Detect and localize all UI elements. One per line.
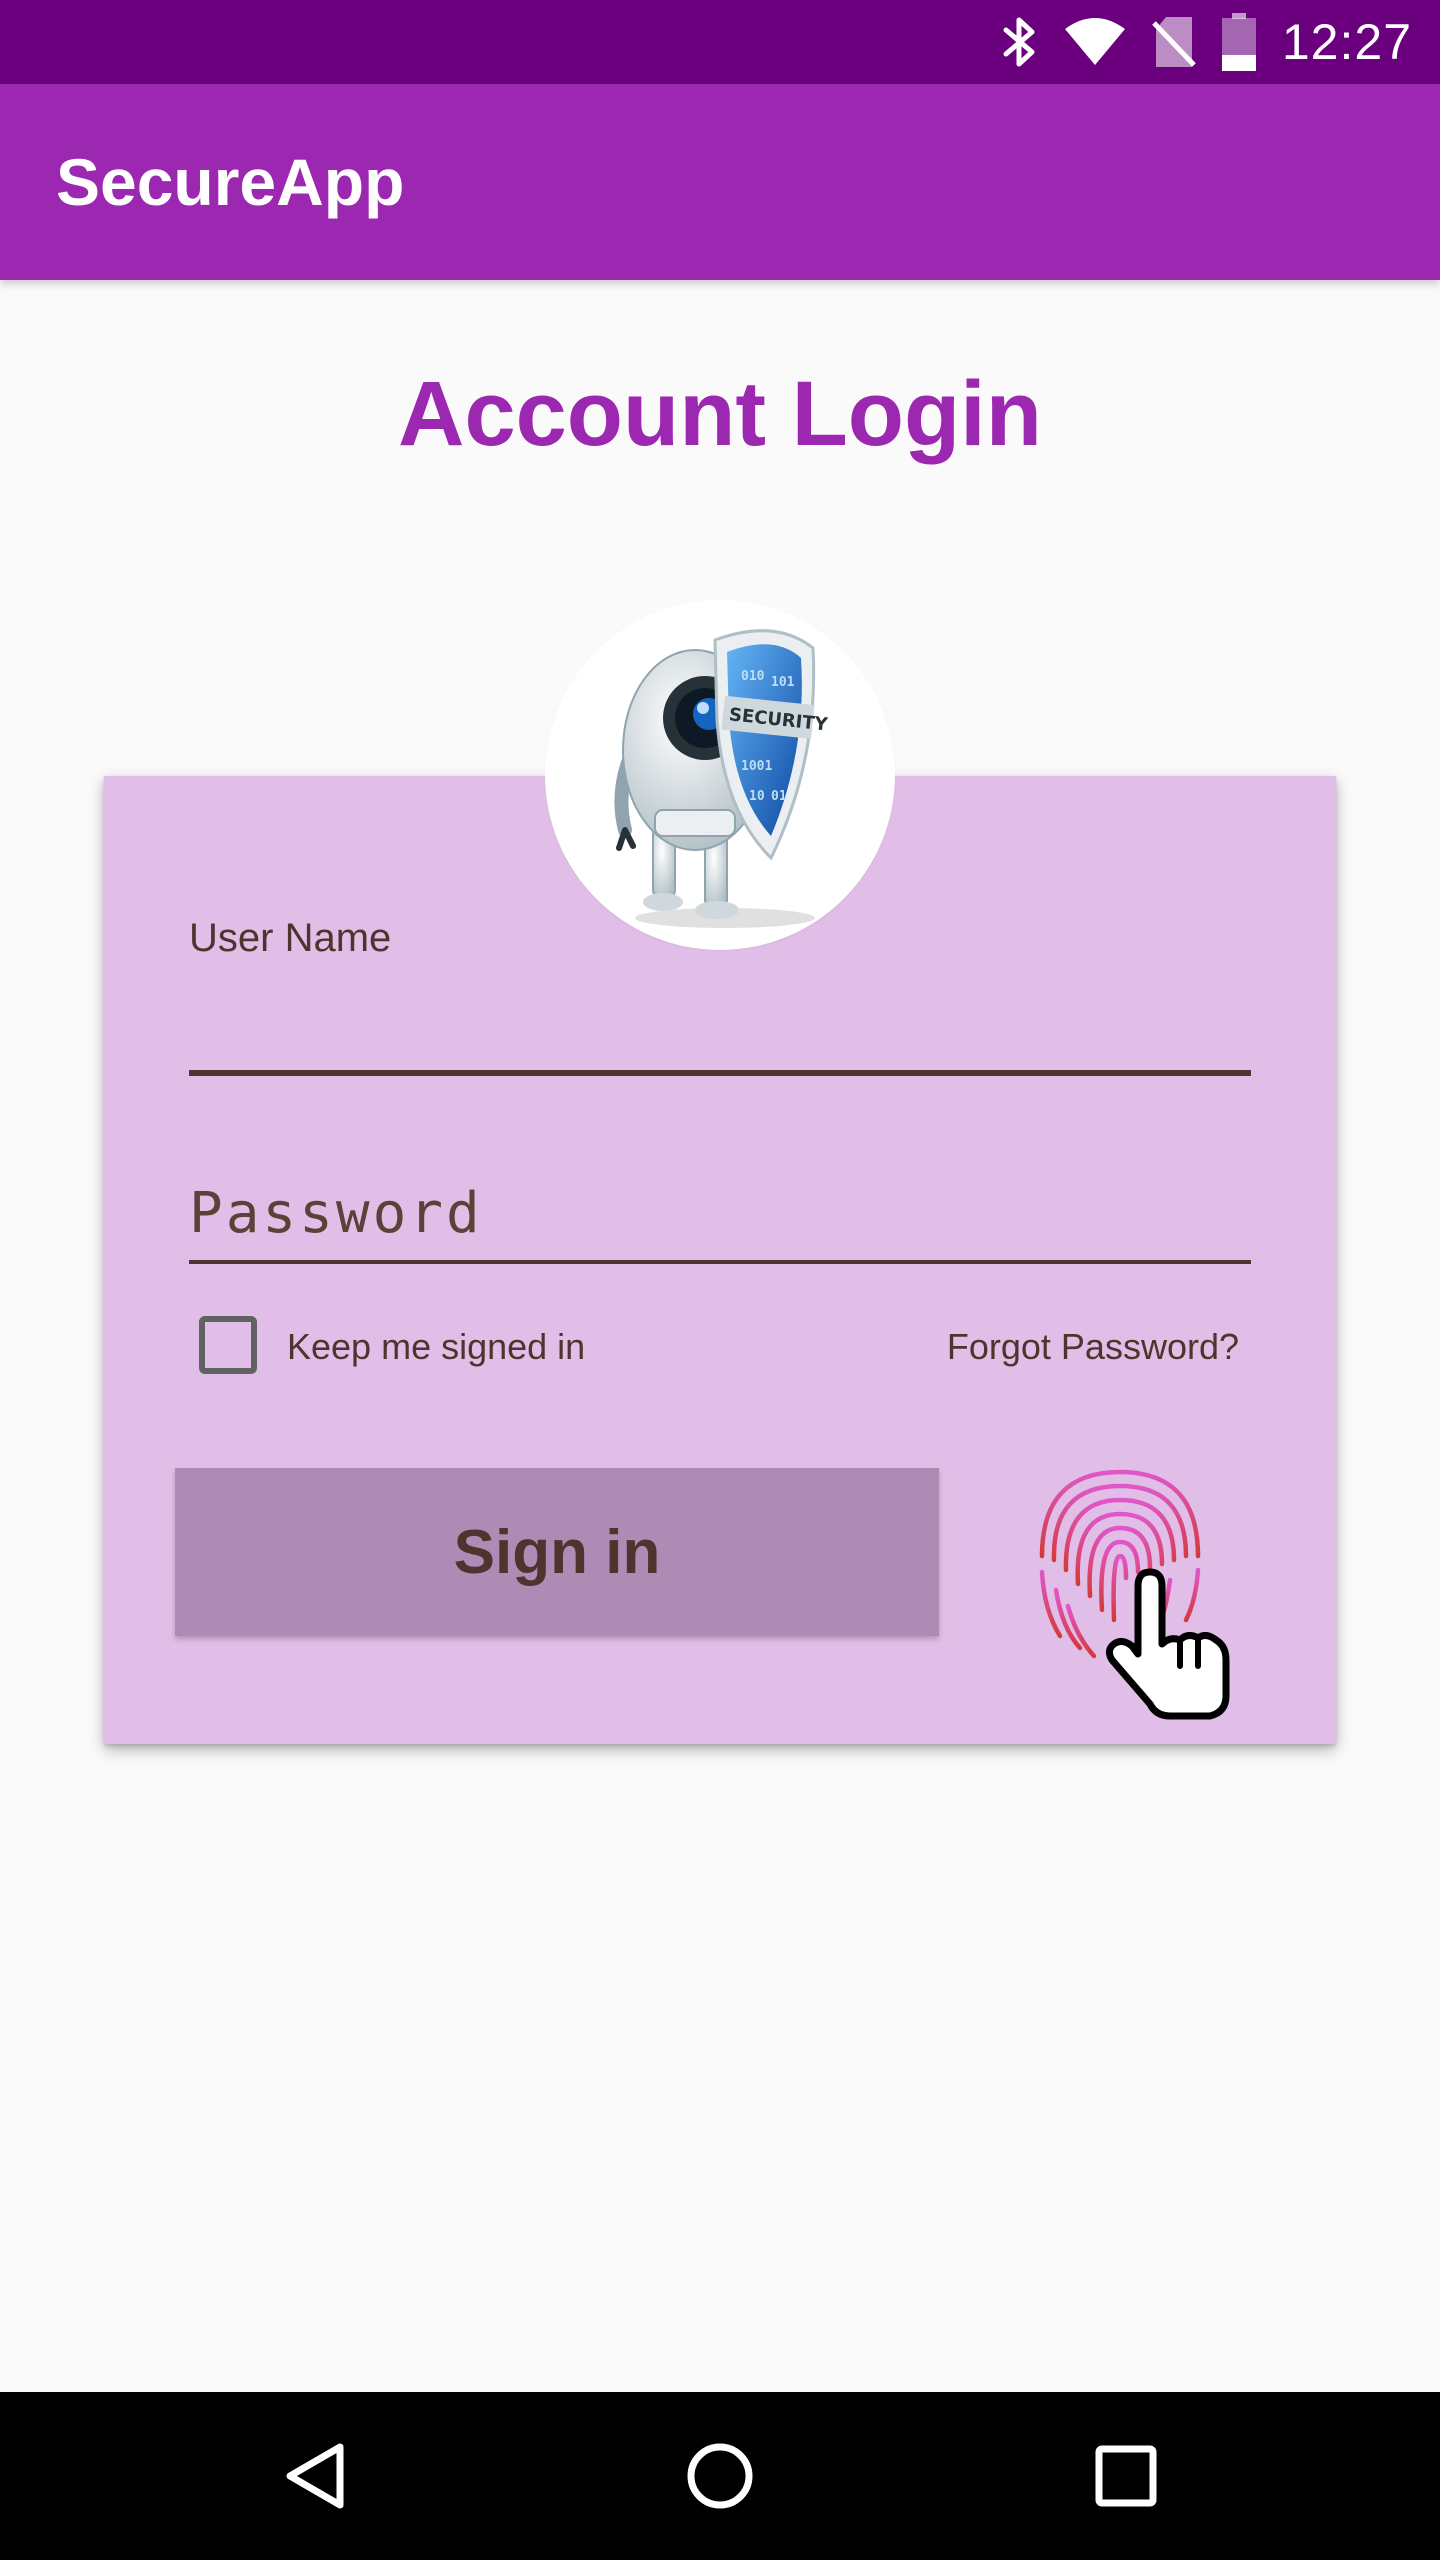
recents-icon: [1095, 2445, 1157, 2507]
svg-text:010: 010: [741, 669, 765, 684]
recents-button[interactable]: [1042, 2392, 1210, 2560]
navigation-bar: [0, 2392, 1440, 2560]
status-bar: 12:27: [0, 0, 1440, 84]
svg-text:10: 10: [749, 789, 765, 804]
fingerprint-icon: [1039, 1469, 1230, 1720]
security-robot-icon: 010 101 1001 01 10 SECURITY: [614, 629, 830, 928]
no-sim-icon: [1152, 15, 1196, 69]
svg-text:1001: 1001: [741, 759, 772, 774]
status-icons: 12:27: [1002, 0, 1412, 84]
app-title: SecureApp: [56, 145, 405, 219]
password-input[interactable]: [189, 1166, 1251, 1264]
back-icon: [286, 2443, 344, 2509]
forgot-password-link[interactable]: Forgot Password?: [947, 1326, 1239, 1368]
username-label: User Name: [189, 916, 392, 960]
username-input[interactable]: [189, 980, 1251, 1076]
svg-text:01: 01: [771, 789, 787, 804]
home-button[interactable]: [636, 2392, 804, 2560]
fingerprint-button[interactable]: [1020, 1460, 1240, 1724]
keep-signed-in-checkbox[interactable]: [199, 1316, 257, 1374]
back-button[interactable]: [232, 2392, 400, 2560]
app-bar: SecureApp: [0, 84, 1440, 280]
home-icon: [687, 2443, 753, 2509]
clock: 12:27: [1281, 14, 1412, 70]
avatar: 010 101 1001 01 10 SECURITY: [545, 600, 895, 950]
svg-text:101: 101: [771, 675, 795, 690]
wifi-icon: [1064, 17, 1126, 67]
battery-icon: [1221, 13, 1256, 71]
sign-in-button[interactable]: Sign in: [175, 1468, 939, 1636]
keep-signed-in-label[interactable]: Keep me signed in: [287, 1326, 585, 1368]
bluetooth-icon: [1002, 14, 1038, 70]
page-title: Account Login: [398, 363, 1042, 465]
